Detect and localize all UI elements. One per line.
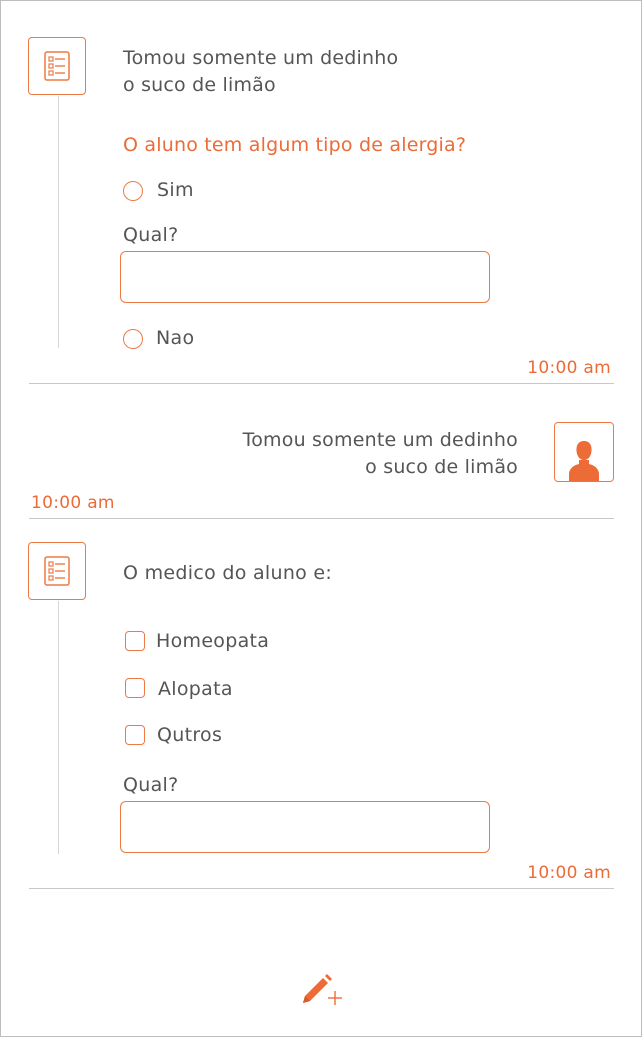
person-icon bbox=[569, 441, 599, 481]
qual-label: Qual? bbox=[123, 774, 179, 796]
pencil-plus-icon bbox=[303, 974, 342, 1005]
form-checklist-icon bbox=[28, 37, 86, 95]
doctor-qual-input[interactable] bbox=[120, 801, 490, 853]
message-line-1: Tomou somente um dedinho bbox=[123, 47, 399, 69]
divider bbox=[29, 383, 614, 384]
radio-sim[interactable] bbox=[123, 181, 143, 201]
timeline-line bbox=[58, 601, 59, 854]
sent-message-text: Tomou somente um dedinho o suco de limão bbox=[243, 427, 518, 481]
avatar bbox=[554, 422, 614, 482]
qual-label: Qual? bbox=[123, 224, 179, 246]
message-line-1: Tomou somente um dedinho bbox=[242, 429, 518, 451]
divider bbox=[29, 888, 614, 889]
checkbox-alopata[interactable] bbox=[125, 678, 145, 698]
message-line-2: o suco de limão bbox=[123, 74, 276, 96]
compose-button[interactable] bbox=[298, 971, 346, 1009]
allergy-qual-input[interactable] bbox=[120, 251, 490, 303]
message-line-2: o suco de limão bbox=[365, 456, 518, 478]
checkbox-homeopata[interactable] bbox=[125, 631, 145, 651]
timestamp: 10:00 am bbox=[31, 493, 115, 513]
message-text: Tomou somente um dedinho o suco de limão bbox=[123, 45, 398, 99]
allergy-question: O aluno tem algum tipo de alergia? bbox=[123, 134, 467, 156]
chat-screen: Tomou somente um dedinho o suco de limão… bbox=[0, 0, 642, 1037]
form-checklist-icon bbox=[28, 542, 86, 600]
checkbox-homeopata-label: Homeopata bbox=[156, 630, 270, 652]
checkbox-alopata-label: Alopata bbox=[158, 678, 233, 700]
radio-nao-label: Nao bbox=[156, 327, 195, 349]
checkbox-qutros-label: Qutros bbox=[157, 724, 223, 746]
divider bbox=[29, 518, 614, 519]
radio-nao[interactable] bbox=[123, 329, 143, 349]
timestamp: 10:00 am bbox=[527, 358, 611, 378]
radio-sim-label: Sim bbox=[157, 179, 194, 201]
timeline-line bbox=[58, 96, 59, 348]
doctor-question: O medico do aluno e: bbox=[123, 562, 333, 584]
checkbox-qutros[interactable] bbox=[125, 725, 145, 745]
timestamp: 10:00 am bbox=[527, 863, 611, 883]
